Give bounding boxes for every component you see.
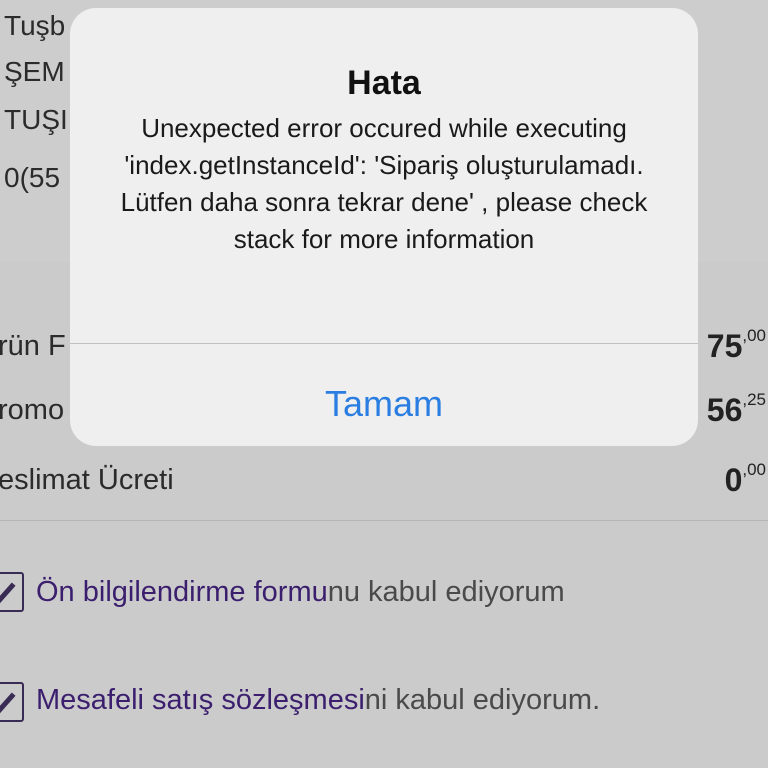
distance-sales-contract-link[interactable]: Mesafeli satış sözleşmesi <box>36 684 365 716</box>
distance-sales-checkbox[interactable] <box>0 682 24 722</box>
summary-amount: 75,00 <box>706 326 766 364</box>
alert-message: Unexpected error occured while executing… <box>120 113 648 254</box>
address-line: Tuşb <box>4 10 66 41</box>
agreement-row-distance-sales[interactable]: Mesafeli satış sözleşmesini kabul ediyor… <box>0 674 768 730</box>
phone-line: 0(55 <box>4 162 61 193</box>
summary-row-delivery-fee: eslimat Ücreti 0,00 <box>0 456 768 506</box>
ok-button[interactable]: Tamam <box>70 344 698 446</box>
summary-label: rün F <box>0 330 66 362</box>
address-line: ŞEM <box>4 56 65 87</box>
summary-amount: 56,25 <box>706 390 766 428</box>
summary-amount: 0,00 <box>724 460 766 498</box>
summary-divider <box>0 520 768 521</box>
address-line: TUŞI <box>4 104 68 135</box>
distance-sales-agreement-text: Mesafeli satış sözleşmesini kabul ediyor… <box>36 684 601 716</box>
error-alert-dialog: Hata Unexpected error occured while exec… <box>70 8 698 446</box>
alert-title: Hata <box>347 64 421 102</box>
preinfo-agreement-text: Ön bilgilendirme formunu kabul ediyorum <box>36 576 565 608</box>
checkmark-icon <box>0 582 16 604</box>
agreement-row-preinfo[interactable]: Ön bilgilendirme formunu kabul ediyorum <box>0 566 768 622</box>
summary-label: eslimat Ücreti <box>0 464 174 496</box>
summary-label: romo <box>0 394 65 426</box>
preinfo-checkbox[interactable] <box>0 572 24 612</box>
checkmark-icon <box>0 692 16 714</box>
preinfo-form-link[interactable]: Ön bilgilendirme formu <box>36 576 328 608</box>
